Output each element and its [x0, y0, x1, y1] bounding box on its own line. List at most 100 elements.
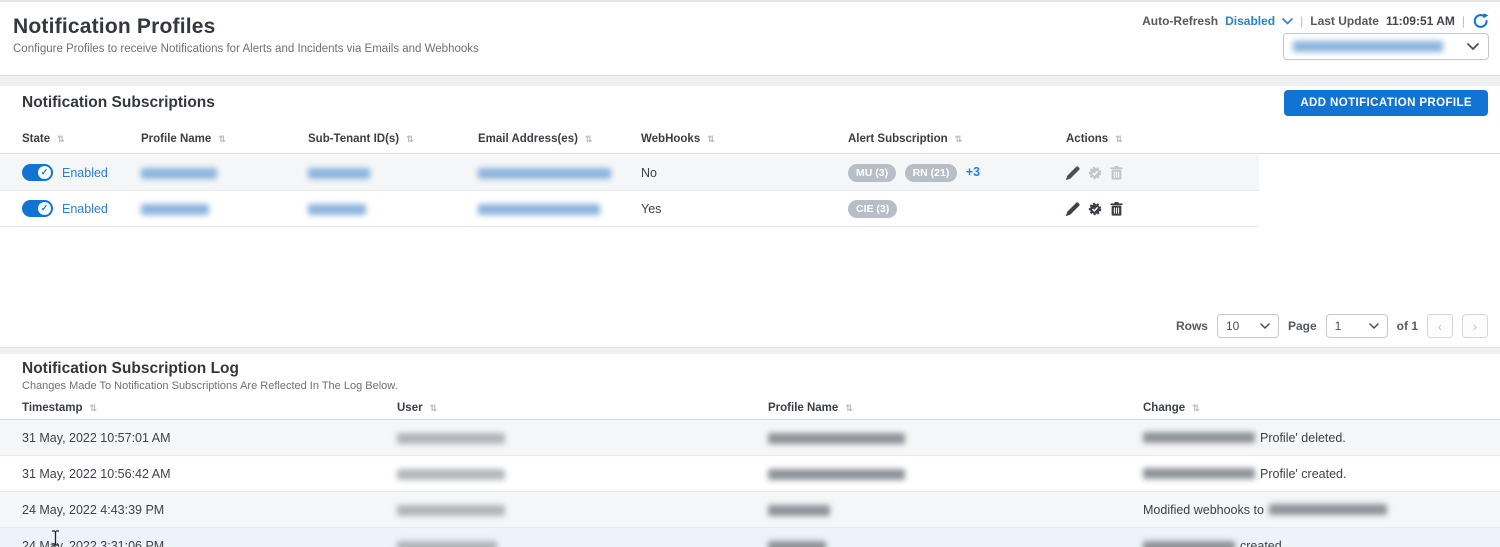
section-divider: [0, 347, 1500, 354]
separator: |: [1461, 14, 1465, 28]
next-page-button[interactable]: ›: [1462, 314, 1488, 338]
rows-per-page-value: 10: [1225, 319, 1240, 333]
tenant-select-value-redacted: [1293, 41, 1443, 52]
profile-name-cell[interactable]: [141, 166, 308, 180]
check-icon: ✓: [38, 202, 51, 215]
profile-name-cell[interactable]: [141, 202, 308, 216]
state-label: Enabled: [62, 165, 108, 180]
log-table-header: Timestamp ⇅ User ⇅ Profile Name ⇅ Change ⇅: [0, 395, 1500, 420]
sort-icon[interactable]: ⇅: [90, 403, 98, 413]
log-row: 24 May, 2022 3:31:06 PM created.: [0, 528, 1500, 547]
sort-icon[interactable]: ⇅: [707, 134, 715, 144]
log-title: Notification Subscription Log: [22, 360, 239, 377]
edit-icon[interactable]: [1066, 201, 1080, 216]
actions-cell: [1066, 165, 1260, 180]
edit-icon[interactable]: [1066, 165, 1080, 180]
add-notification-profile-button[interactable]: ADD NOTIFICATION PROFILE: [1284, 90, 1488, 116]
log-row: 24 May, 2022 4:43:39 PM Modified webhook…: [0, 492, 1500, 528]
notification-profiles-page: Notification Profiles Configure Profiles…: [0, 0, 1500, 547]
column-header-timestamp: Timestamp ⇅: [22, 401, 98, 414]
state-label: Enabled: [62, 201, 108, 216]
column-header-state: State ⇅: [22, 133, 65, 145]
log-subtitle: Changes Made To Notification Subscriptio…: [22, 380, 398, 392]
more-badges-link[interactable]: +3: [966, 165, 980, 179]
profile-name-cell: [768, 431, 1143, 445]
separator: |: [1300, 14, 1304, 28]
column-header-email: Email Address(es) ⇅: [478, 133, 593, 145]
email-cell[interactable]: [478, 166, 641, 180]
sort-icon[interactable]: ⇅: [955, 134, 963, 144]
change-cell: Profile' created.: [1143, 467, 1500, 481]
sort-icon[interactable]: ⇅: [585, 134, 593, 144]
chevron-down-icon: [1260, 322, 1270, 329]
email-cell[interactable]: [478, 202, 641, 216]
subscriptions-title: Notification Subscriptions: [22, 94, 215, 111]
notification-subscription-log-section: Notification Subscription Log Changes Ma…: [0, 354, 1500, 547]
log-row: 31 May, 2022 10:57:01 AM Profile' delete…: [0, 420, 1500, 456]
enabled-toggle[interactable]: ✓: [22, 164, 53, 181]
webhooks-cell: Yes: [641, 201, 662, 216]
sort-icon[interactable]: ⇅: [218, 134, 226, 144]
sort-icon[interactable]: ⇅: [57, 134, 65, 144]
change-cell: created.: [1143, 539, 1500, 547]
timestamp-cell: 24 May, 2022 4:43:39 PM: [22, 502, 165, 517]
change-text: Profile' deleted.: [1260, 430, 1346, 445]
sort-icon[interactable]: ⇅: [406, 134, 414, 144]
alert-subscription-cell: MU (3) RN (21) +3: [848, 163, 1066, 182]
log-row: 31 May, 2022 10:56:42 AM Profile' create…: [0, 456, 1500, 492]
rows-per-page-select[interactable]: 10: [1216, 314, 1279, 338]
last-update-label: Last Update: [1310, 14, 1379, 28]
column-header-webhooks: WebHooks ⇅: [641, 133, 715, 145]
change-text: Profile' created.: [1260, 466, 1347, 481]
timestamp-cell: 31 May, 2022 10:57:01 AM: [22, 430, 171, 445]
timestamp-cell: 31 May, 2022 10:56:42 AM: [22, 466, 171, 481]
delete-icon[interactable]: [1110, 165, 1124, 180]
column-header-change: Change ⇅: [1143, 401, 1200, 414]
change-cell: Profile' deleted.: [1143, 431, 1500, 445]
verified-badge-icon[interactable]: [1088, 166, 1102, 180]
alert-subscription-cell: CIE (3): [848, 199, 1066, 218]
previous-page-button[interactable]: ‹: [1427, 314, 1453, 338]
user-cell: [397, 431, 768, 445]
chevron-down-icon[interactable]: [1282, 17, 1293, 25]
user-cell: [397, 503, 768, 517]
delete-icon[interactable]: [1110, 201, 1124, 216]
table-row: ✓ Enabled Yes CIE (3): [0, 191, 1259, 227]
profile-name-cell: [768, 503, 1143, 517]
refresh-icon[interactable]: [1472, 12, 1490, 30]
verified-badge-icon[interactable]: [1088, 202, 1102, 216]
column-header-actions: Actions ⇅: [1066, 133, 1123, 145]
sort-icon[interactable]: ⇅: [1115, 134, 1123, 144]
state-cell: ✓ Enabled: [22, 164, 141, 181]
rows-label: Rows: [1175, 319, 1208, 333]
change-text: created.: [1240, 539, 1286, 547]
column-header-profile-name: Profile Name ⇅: [768, 401, 853, 414]
section-divider: [0, 75, 1500, 86]
subscriptions-table-header: State ⇅ Profile Name ⇅ Sub-Tenant ID(s) ⇅ E…: [0, 124, 1500, 154]
of-label: of 1: [1396, 319, 1418, 333]
auto-refresh-value[interactable]: Disabled: [1225, 14, 1275, 28]
subscription-badge: MU (3): [848, 163, 897, 182]
page-select[interactable]: 1: [1325, 314, 1388, 338]
last-update-time: 11:09:51 AM: [1385, 14, 1455, 28]
user-cell: [397, 467, 768, 481]
sort-icon[interactable]: ⇅: [430, 403, 438, 413]
sort-icon[interactable]: ⇅: [845, 403, 853, 413]
page-subtitle: Configure Profiles to receive Notificati…: [13, 43, 479, 55]
notification-subscriptions-section: Notification Subscriptions ADD NOTIFICAT…: [0, 86, 1500, 347]
tenant-select[interactable]: [1283, 33, 1489, 60]
page-title: Notification Profiles: [13, 15, 216, 38]
table-row: ✓ Enabled No MU (3) RN (21) +3: [0, 155, 1259, 191]
check-icon: ✓: [38, 166, 51, 179]
sub-tenant-cell: [308, 166, 478, 180]
sort-icon[interactable]: ⇅: [1192, 403, 1200, 413]
sub-tenant-cell: [308, 202, 478, 216]
enabled-toggle[interactable]: ✓: [22, 200, 53, 217]
column-header-sub-tenant: Sub-Tenant ID(s) ⇅: [308, 133, 414, 145]
webhooks-cell: No: [641, 165, 657, 180]
column-header-profile-name: Profile Name ⇅: [141, 133, 226, 145]
profile-name-cell: [768, 467, 1143, 481]
subscriptions-table-body: ✓ Enabled No MU (3) RN (21) +3 ✓ Enabled…: [0, 155, 1259, 227]
refresh-controls: Auto-Refresh Disabled | Last Update 11:0…: [1142, 12, 1490, 30]
profile-name-cell: [768, 539, 1143, 547]
